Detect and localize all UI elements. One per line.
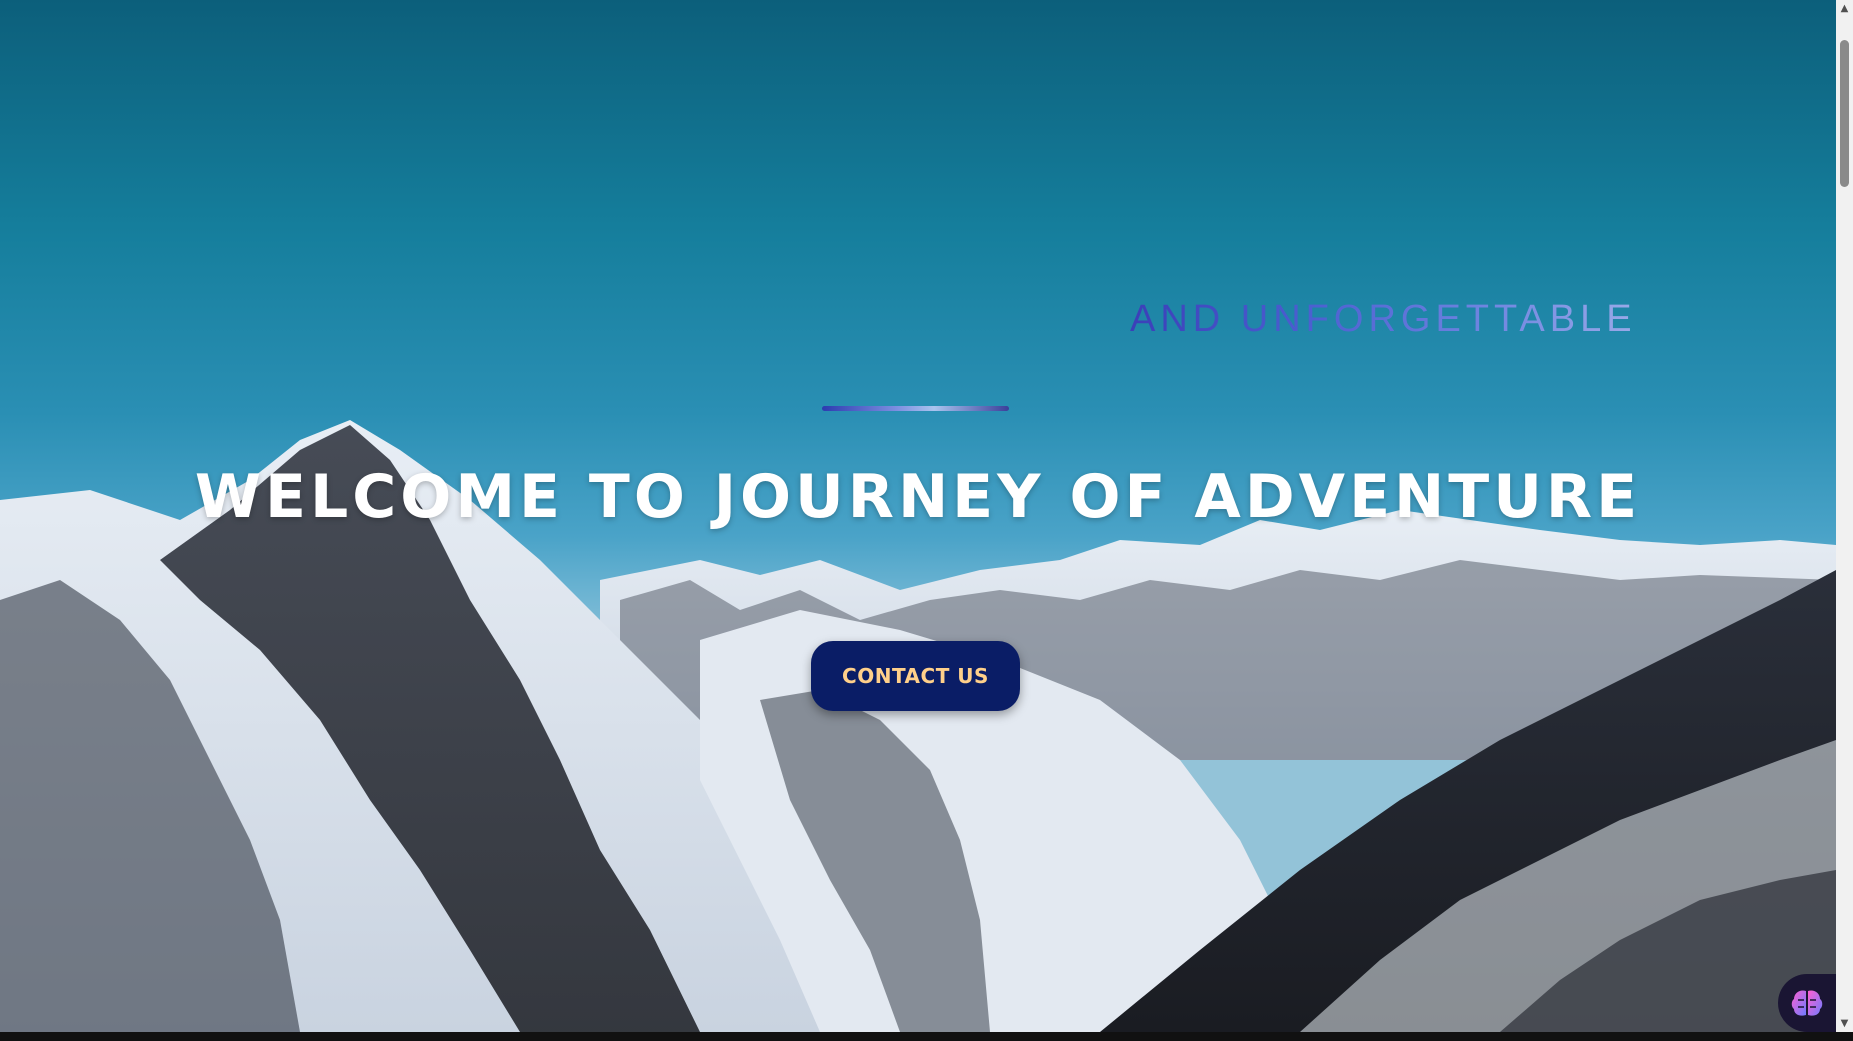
horizontal-scrollbar-area (0, 1032, 1853, 1041)
vertical-scrollbar[interactable]: ▲ ▼ (1836, 0, 1853, 1032)
hero-section: AND UNFORGETTABLE WELCOME TO JOURNEY OF … (0, 0, 1836, 1032)
scroll-down-icon[interactable]: ▼ (1836, 1015, 1853, 1032)
contact-us-button[interactable]: CONTACT US (811, 641, 1020, 711)
hero-tagline: AND UNFORGETTABLE (1130, 298, 1637, 340)
assistant-widget[interactable] (1778, 974, 1836, 1032)
scroll-thumb[interactable] (1840, 40, 1849, 187)
scroll-up-icon[interactable]: ▲ (1836, 0, 1853, 17)
hero-divider (822, 406, 1009, 411)
brain-icon (1791, 990, 1823, 1016)
hero-headline: WELCOME TO JOURNEY OF ADVENTURE (194, 462, 1642, 532)
